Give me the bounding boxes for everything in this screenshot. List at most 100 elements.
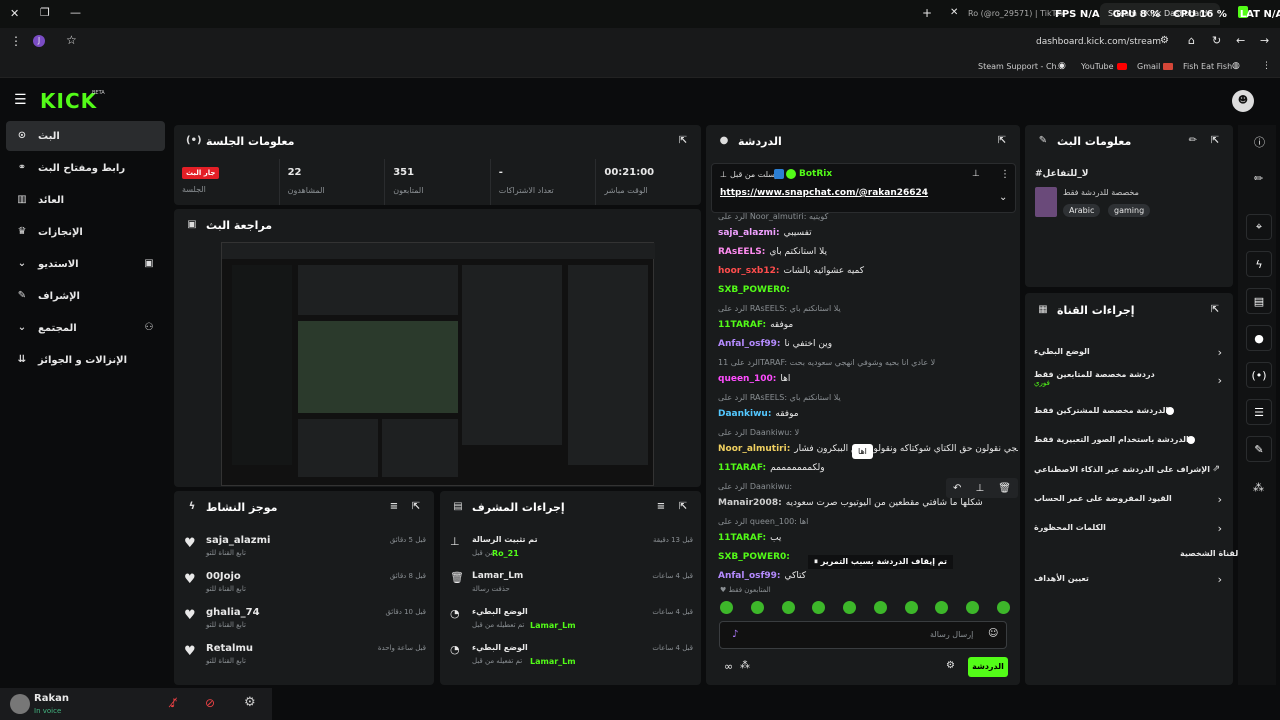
more-bookmarks-icon[interactable]: ⋮: [1262, 61, 1271, 71]
emote-icon[interactable]: [781, 601, 795, 614]
chat-message[interactable]: Manair2008: شكلها ما شافتي مقطعين من اليو…: [718, 498, 1018, 508]
chat-message[interactable]: saja_alazmi: تفسيبي: [718, 228, 1018, 238]
chevron-down-icon[interactable]: ⌄: [999, 192, 1007, 203]
chat-reply-context[interactable]: الرد على queen_100: اها: [718, 517, 1018, 526]
chat-username[interactable]: hoor_sxb12:: [718, 266, 779, 276]
chat-username[interactable]: SXB_POWER0:: [718, 285, 790, 295]
tag-gaming[interactable]: gaming: [1108, 204, 1151, 217]
chat-paused-banner[interactable]: ⏸ تم إيقاف الدردشة بسبب التمرير: [808, 555, 954, 569]
emote-icon[interactable]: [996, 601, 1010, 614]
chat-message[interactable]: Anfal_osf99: كتاكي: [718, 571, 1018, 581]
chat-username[interactable]: Anfal_osf99:: [718, 571, 781, 581]
sidebar-item-moderation[interactable]: ✎ الإشراف: [6, 281, 165, 311]
pin-icon[interactable]: ⊥: [975, 483, 984, 494]
chat-username[interactable]: queen_100:: [718, 374, 776, 384]
set-goals-row[interactable]: تعيين الأهداف ›: [1034, 573, 1226, 587]
popout-icon[interactable]: ⇱: [1209, 304, 1221, 316]
chat-username[interactable]: RAsEELS:: [718, 247, 765, 257]
hamburger-menu-icon[interactable]: ☰: [14, 92, 27, 108]
sidebar-item-revenue[interactable]: ▥ العائد: [6, 185, 165, 215]
emote-icon[interactable]: [812, 601, 826, 614]
edit-icon[interactable]: ✏: [1187, 135, 1199, 147]
chat-username[interactable]: Daankiwu:: [718, 409, 771, 419]
bookmark-gmail[interactable]: Gmail: [1137, 62, 1160, 71]
emote-icon[interactable]: [843, 601, 857, 614]
popout-icon[interactable]: ⇱: [677, 501, 689, 513]
edit-icon[interactable]: ✏: [1254, 172, 1263, 185]
bolt-button[interactable]: ϟ: [1246, 251, 1272, 277]
popout-icon[interactable]: ⇱: [996, 135, 1008, 147]
popout-icon[interactable]: ⇱: [410, 501, 422, 513]
community-icon[interactable]: ⁂: [740, 660, 750, 671]
popout-icon[interactable]: ⇱: [1209, 135, 1221, 147]
settings-icon[interactable]: ⚙: [244, 695, 256, 710]
chat-message[interactable]: 11TARAF: موفقه: [718, 320, 1018, 330]
chat-message[interactable]: Anfal_osf99: وين اختفي نا: [718, 339, 1018, 349]
ai-moderation-row[interactable]: الإشراف على الدردشة عبر الذكاء الاصطناعي…: [1034, 464, 1226, 478]
sidebar-item-stream-key[interactable]: ⚭ رابط ومفتاح البث: [6, 153, 165, 183]
site-settings-icon[interactable]: ⚙: [1160, 35, 1169, 46]
chat-message[interactable]: 11TARAF: يب: [718, 533, 1018, 543]
sidebar-item-stream[interactable]: ⊙ البث: [6, 121, 165, 151]
filter-icon[interactable]: ≡: [655, 501, 667, 513]
forward-icon[interactable]: ←: [1236, 34, 1245, 47]
chat-username[interactable]: 11TARAF:: [718, 463, 766, 473]
chat-message[interactable]: Daankiwu: موفقه: [718, 409, 1018, 419]
notes-button[interactable]: ▤: [1246, 288, 1272, 314]
sidebar-item-achievements[interactable]: ♛ الإنجازات: [6, 217, 165, 247]
info-icon[interactable]: ⓘ: [1254, 134, 1265, 150]
popout-icon[interactable]: ⇱: [677, 135, 689, 147]
chat-username[interactable]: 11TARAF:: [718, 533, 766, 543]
reload-icon[interactable]: ↻: [1212, 34, 1221, 47]
infinity-icon[interactable]: ∞: [724, 660, 733, 673]
bookmark-fish[interactable]: Fish Eat Fish: [1183, 62, 1232, 71]
chat-reply-context[interactable]: الرد على Daankiwu: لا: [718, 428, 1018, 437]
sidebar-item-studio[interactable]: ⌄ الاستديو ▣: [6, 249, 165, 279]
sidebar-item-drops[interactable]: ⇊ الإنزالات و الجوائز: [6, 345, 165, 375]
broadcast-button[interactable]: (•): [1246, 362, 1272, 388]
home-icon[interactable]: ⌂: [1188, 34, 1195, 47]
pinned-message[interactable]: ⊥ أرسلت من قبل BotRix https://www.snapch…: [711, 163, 1016, 213]
chat-reply-context[interactable]: الرد على RAsEELS: يلا استانكتم باي: [718, 304, 1018, 313]
chat-input[interactable]: ♪ إرسال رسالة ☺: [719, 621, 1007, 649]
slow-mode-row[interactable]: الوضع البطيء ›: [1034, 346, 1226, 360]
chat-username[interactable]: 11TARAF:: [718, 320, 766, 330]
chat-message[interactable]: RAsEELS: يلا استانكتم باي: [718, 247, 1018, 257]
stream-video[interactable]: [221, 242, 655, 486]
restore-window-icon[interactable]: ❐: [40, 6, 50, 19]
new-tab-icon[interactable]: +: [922, 6, 932, 20]
chat-message[interactable]: hoor_sxb12: كميه عشوائيه بالشات: [718, 266, 1018, 276]
kick-logo[interactable]: KICK: [40, 89, 97, 113]
emote-icon[interactable]: [966, 601, 980, 614]
chat-message[interactable]: SXB_POWER0:: [718, 285, 1018, 295]
banned-words-row[interactable]: الكلمات المحظورة ›: [1034, 522, 1226, 536]
filter-icon[interactable]: ≡: [388, 501, 400, 513]
menu-dots-icon[interactable]: ⋮: [10, 34, 22, 48]
category-thumbnail[interactable]: [1035, 187, 1057, 217]
unpin-icon[interactable]: ⊥: [972, 169, 980, 179]
avatar[interactable]: [10, 694, 30, 714]
chat-reply-context[interactable]: الرد على RAsEELS: يلا استانكتم باي: [718, 393, 1018, 402]
chat-username[interactable]: Manair2008:: [718, 498, 782, 508]
sidebar-item-community[interactable]: ⌄ المجتمع ⚇: [6, 313, 165, 343]
minimize-window-icon[interactable]: —: [70, 6, 81, 19]
back-icon[interactable]: →: [1260, 34, 1269, 47]
emote-icon[interactable]: [904, 601, 918, 614]
chat-button[interactable]: ●: [1246, 325, 1272, 351]
wrench-button[interactable]: ✎: [1246, 436, 1272, 462]
account-age-row[interactable]: القيود المفروضة على عمر الحساب ›: [1034, 493, 1226, 507]
emoji-picker-icon[interactable]: ☺: [988, 628, 998, 639]
chat-username[interactable]: saja_alazmi:: [718, 228, 780, 238]
emote-icon[interactable]: [750, 601, 764, 614]
emote-icon[interactable]: [935, 601, 949, 614]
layers-button[interactable]: ☰: [1246, 399, 1272, 425]
bookmark-star-icon[interactable]: ☆: [66, 33, 77, 47]
send-chat-button[interactable]: الدردشة: [968, 657, 1008, 677]
mic-icon[interactable]: ♪: [732, 629, 738, 640]
url-field[interactable]: dashboard.kick.com/stream: [1036, 37, 1161, 47]
mute-mic-icon[interactable]: ♪̸: [170, 696, 178, 710]
chat-username[interactable]: Anfal_osf99:: [718, 339, 781, 349]
emote-icon[interactable]: [873, 601, 887, 614]
pinned-link[interactable]: https://www.snapchat.com/@rakan26624: [720, 188, 928, 198]
deafen-icon[interactable]: ⊘: [205, 696, 215, 710]
